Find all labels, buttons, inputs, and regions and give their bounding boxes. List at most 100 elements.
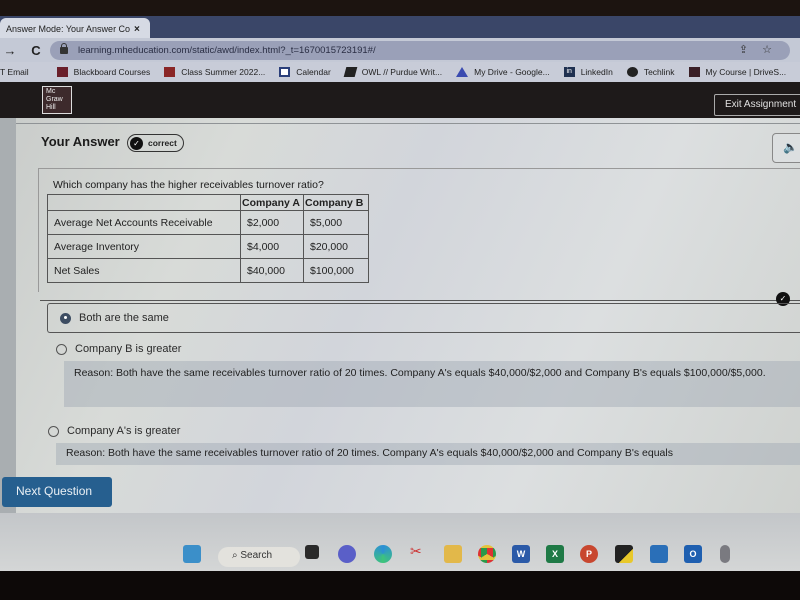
radio-unselected[interactable] <box>56 343 67 355</box>
left-gutter <box>0 118 16 513</box>
bookmark-label: My Drive - Google... <box>474 67 550 77</box>
divider <box>16 123 800 124</box>
teams-icon[interactable] <box>338 545 356 563</box>
edge-icon[interactable] <box>374 545 392 563</box>
bookmark-class-summer[interactable]: Class Summer 2022... <box>164 67 265 77</box>
next-question-button[interactable]: Next Question <box>2 477 112 507</box>
table-cell: $40,000 <box>240 258 304 283</box>
bookmark-my-drive[interactable]: My Drive - Google... <box>456 67 550 77</box>
check-circle-icon: ✓ <box>130 136 143 150</box>
row-label: Average Inventory <box>47 234 241 259</box>
calendar-icon <box>279 67 291 77</box>
webex-icon[interactable] <box>650 545 668 563</box>
powerpoint-icon[interactable]: P <box>580 545 598 563</box>
forward-arrow-icon[interactable]: → <box>0 43 20 58</box>
bottom-bezel <box>0 571 800 600</box>
windows-start-icon[interactable] <box>183 545 201 563</box>
lock-icon <box>60 43 68 54</box>
search-label: Search <box>240 550 273 561</box>
bookmark-label: My Course | DriveS... <box>705 67 787 77</box>
bookmark-label: OWL // Purdue Writ... <box>361 67 443 77</box>
bookmark-calendar[interactable]: Calendar <box>279 67 331 77</box>
badge-label: correct <box>148 138 177 148</box>
your-answer-heading: Your Answer <box>41 134 120 149</box>
bookmark-label: Class Summer 2022... <box>181 67 266 77</box>
share-icon[interactable]: ⇪ <box>739 43 748 56</box>
row-label: Average Net Accounts Receivable <box>47 210 241 235</box>
table-row: Average Net Accounts Receivable $2,000 $… <box>47 210 369 235</box>
bookmarks-bar: T Email Blackboard Courses Class Summer … <box>0 62 800 82</box>
option-label: Company A's is greater <box>67 425 181 437</box>
bookmark-label: T Email <box>0 67 29 77</box>
bookmark-linkedin[interactable]: in LinkedIn <box>563 67 613 77</box>
audio-button[interactable]: 🔈 <box>772 133 800 163</box>
bookmark-email[interactable]: T Email <box>0 67 29 77</box>
outlook-icon[interactable]: O <box>684 545 702 563</box>
logo-line: Mc <box>46 88 56 95</box>
tab-title: Answer Mode: Your Answer Corre <box>6 24 130 34</box>
bookmark-my-course[interactable]: My Course | DriveS... <box>688 67 787 77</box>
app-header: Mc Graw Hill Exit Assignment <box>0 82 800 118</box>
close-icon[interactable]: × <box>134 24 140 35</box>
tab-answer-mode[interactable]: Answer Mode: Your Answer Corre × <box>0 18 150 40</box>
table-cell: $2,000 <box>240 210 304 235</box>
bookmark-techlink[interactable]: Techlink <box>626 67 675 77</box>
logo-line: Hill <box>46 104 56 111</box>
bookmark-label: Techlink <box>643 67 675 77</box>
table-row: Net Sales $40,000 $100,000 <box>47 258 369 283</box>
mcgraw-hill-logo: Mc Graw Hill <box>42 86 72 114</box>
table-header-cell <box>47 194 241 211</box>
question-text: Which company has the higher receivables… <box>53 179 324 191</box>
task-view-icon[interactable] <box>305 545 319 559</box>
techlink-icon <box>626 67 638 77</box>
url-text: learning.mheducation.com/static/awd/inde… <box>78 45 376 56</box>
correct-badge: ✓ correct <box>127 134 184 152</box>
radio-selected[interactable] <box>60 312 71 324</box>
chrome-icon[interactable] <box>478 545 496 563</box>
taskbar-search[interactable]: ⌕ Search <box>218 547 300 567</box>
option-label: Both are the same <box>79 312 169 324</box>
speaker-icon: 🔈 <box>783 140 798 154</box>
tab-strip: Answer Mode: Your Answer Corre × <box>0 16 800 40</box>
bookmark-owl[interactable]: OWL // Purdue Writ... <box>343 67 443 77</box>
blackboard-icon <box>56 67 68 77</box>
bookmark-label: Calendar <box>296 67 331 77</box>
table-header-row: Company A Company B <box>47 194 369 211</box>
screen: Answer Mode: Your Answer Corre × → C lea… <box>0 0 800 600</box>
bookmark-label: LinkedIn <box>580 67 613 77</box>
browser-toolbar: → C learning.mheducation.com/static/awd/… <box>0 38 800 62</box>
option-company-a[interactable]: Company A's is greater <box>48 425 180 437</box>
bookmark-star-icon[interactable]: ☆ <box>762 43 772 56</box>
file-explorer-icon[interactable] <box>444 545 462 563</box>
option-company-b[interactable]: Company B is greater <box>56 343 181 355</box>
reload-icon[interactable]: C <box>26 43 46 58</box>
drive-icon <box>456 67 469 77</box>
row-label: Net Sales <box>47 258 241 283</box>
data-table: Company A Company B Average Net Accounts… <box>47 194 369 283</box>
windows-taskbar: ⌕ Search ✂ W X P O <box>0 513 800 571</box>
microphone-icon[interactable] <box>720 545 730 563</box>
address-bar[interactable]: learning.mheducation.com/static/awd/inde… <box>50 41 790 60</box>
options-divider <box>40 300 800 301</box>
excel-icon[interactable]: X <box>546 545 564 563</box>
sticky-notes-icon[interactable] <box>615 545 633 563</box>
option-reason: Reason: Both have the same receivables t… <box>64 361 800 407</box>
exit-assignment-button[interactable]: Exit Assignment <box>714 94 800 116</box>
table-header-cell: Company B <box>303 194 369 211</box>
option-reason: Reason: Both have the same receivables t… <box>56 443 800 465</box>
table-cell: $4,000 <box>240 234 304 259</box>
snipping-tool-icon[interactable]: ✂ <box>410 543 428 561</box>
owl-icon <box>343 67 358 77</box>
table-row: Average Inventory $4,000 $20,000 <box>47 234 369 259</box>
table-cell: $20,000 <box>303 234 369 259</box>
table-cell: $5,000 <box>303 210 369 235</box>
class-icon <box>164 67 176 77</box>
bookmark-blackboard[interactable]: Blackboard Courses <box>56 67 151 77</box>
radio-unselected[interactable] <box>48 425 59 437</box>
table-cell: $100,000 <box>303 258 369 283</box>
word-icon[interactable]: W <box>512 545 530 563</box>
linkedin-icon: in <box>563 67 575 77</box>
option-both-same[interactable]: Both are the same <box>47 303 800 333</box>
bookmark-label: Blackboard Courses <box>73 67 151 77</box>
table-header-cell: Company A <box>240 194 304 211</box>
